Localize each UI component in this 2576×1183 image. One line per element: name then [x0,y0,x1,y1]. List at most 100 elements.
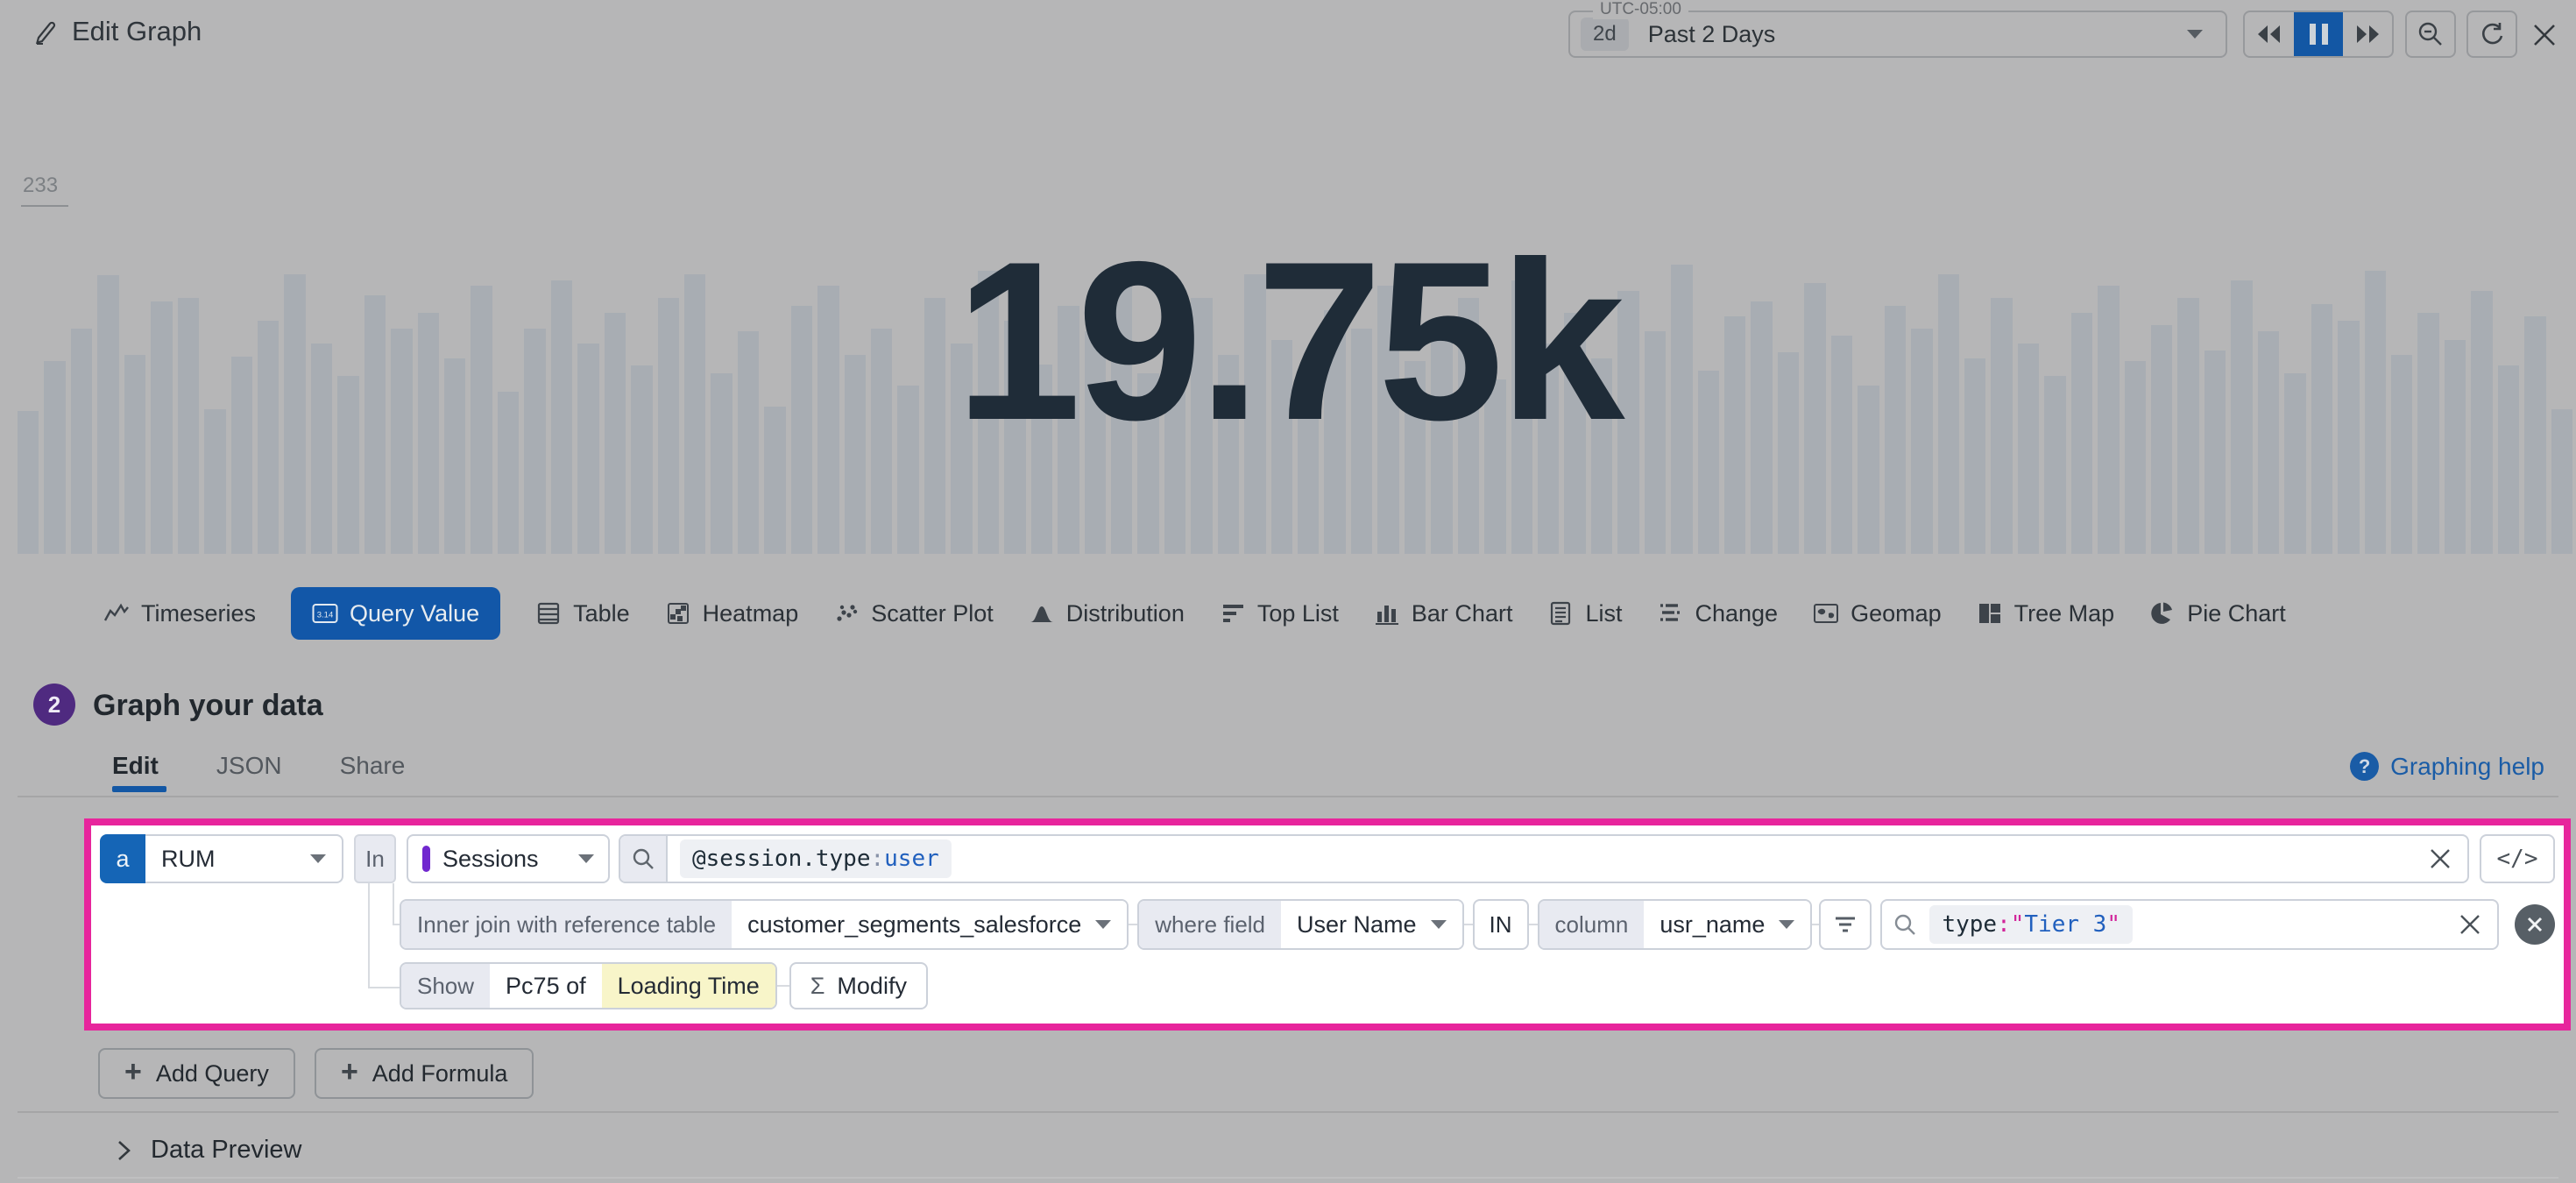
chevron-down-icon [1431,920,1447,929]
viztab-change[interactable]: Change [1657,587,1778,640]
metric-select[interactable]: Loading Time [602,964,775,1008]
query-search-input[interactable]: @session.type:user [619,834,2469,883]
active-tab-underline [112,786,166,792]
close-icon [2526,916,2544,933]
reset-icon [2478,20,2506,48]
where-field-select[interactable]: User Name [1281,901,1462,948]
query-value-icon: 3.14 [312,600,338,627]
plus-icon: + [124,1057,142,1087]
show-label: Show [401,964,490,1008]
viztab-query-value[interactable]: 3.14 Query Value [291,587,500,640]
filter-search-input[interactable]: type:"Tier 3" [1880,899,2499,950]
viztab-tree-map[interactable]: Tree Map [1977,587,2115,640]
modal-title: Edit Graph [72,16,202,47]
remove-join-button[interactable] [2515,904,2555,945]
where-group: where field User Name [1137,899,1463,950]
step-badge: 2 [33,684,75,726]
step-backward-button[interactable] [2245,12,2294,56]
table-icon [535,600,562,627]
query-value-display: 19.75k [0,228,2576,454]
search-icon [1882,901,1928,948]
chevron-down-icon [310,854,326,863]
close-button[interactable] [2527,19,2562,51]
plus-icon: + [341,1057,358,1087]
connector-line [1529,924,1538,925]
playback-controls [2243,11,2394,58]
join-label: Inner join with reference table [401,901,732,948]
range-label: Past 2 Days [1648,21,1776,48]
viztab-heatmap[interactable]: Heatmap [665,587,799,640]
graphing-help-link[interactable]: ? Graphing help [2350,752,2544,781]
clear-query-button[interactable] [2413,836,2467,882]
query-actions: + Add Query + Add Formula [98,1048,534,1099]
viztab-pie-chart[interactable]: Pie Chart [2149,587,2286,640]
heatmap-icon [665,600,691,627]
tab-json[interactable]: JSON [216,752,282,780]
viztab-table[interactable]: Table [535,587,630,640]
code-view-button[interactable]: </> [2480,834,2555,883]
modal-header: Edit Graph [32,16,202,47]
column-select[interactable]: usr_name [1644,901,1810,948]
zoom-out-button[interactable] [2405,11,2456,58]
divider [18,1177,2558,1179]
viztab-bar-chart[interactable]: Bar Chart [1374,587,1513,640]
viztab-scatter-plot[interactable]: Scatter Plot [833,587,994,640]
close-icon [2429,847,2452,870]
query-editor-spotlight: a RUM In Sessions @session.type:user [84,818,2571,1031]
query-token: @session.type:user [680,839,952,878]
viztab-list[interactable]: List [1547,587,1622,640]
viztab-top-list[interactable]: Top List [1220,587,1339,640]
connector-line [1464,924,1473,925]
filter-icon [1833,912,1858,937]
filter-token: type:"Tier 3" [1929,905,2133,944]
modify-button[interactable]: Σ Modify [789,962,928,1009]
query-letter-badge: a [100,834,145,883]
clear-filter-button[interactable] [2443,901,2497,948]
add-query-button[interactable]: + Add Query [98,1048,295,1099]
join-group: Inner join with reference table customer… [400,899,1129,950]
zoom-out-icon [2417,20,2445,48]
data-preview-toggle[interactable]: Data Preview [116,1136,301,1165]
divider [18,1111,2558,1113]
reset-zoom-button[interactable] [2466,11,2517,58]
filter-button[interactable] [1819,899,1872,950]
connector-line [777,985,789,987]
chevron-down-icon [578,854,594,863]
connector-line [1812,924,1819,925]
pencil-icon [32,18,58,45]
source-select[interactable]: RUM [145,834,343,883]
help-icon: ? [2350,752,2379,781]
query-row-join: Inner join with reference table customer… [400,899,2555,950]
change-icon [1657,600,1683,627]
fast-forward-icon [2354,24,2381,45]
range-badge: 2d [1581,18,1629,51]
edit-graph-modal: Edit Graph UTC-05:00 2d Past 2 Days [0,0,2576,1183]
viztab-timeseries[interactable]: Timeseries [103,587,256,640]
chevron-down-icon [1095,920,1111,929]
divider [18,796,2558,797]
add-formula-button[interactable]: + Add Formula [315,1048,534,1099]
close-icon [2531,22,2558,48]
query-row-main: a RUM In Sessions @session.type:user [100,834,2555,883]
viztab-geomap[interactable]: Geomap [1813,587,1942,640]
timezone-label: UTC-05:00 [1593,0,1688,19]
search-icon [620,836,668,882]
svg-text:3.14: 3.14 [317,611,334,620]
chevron-down-icon [1779,920,1794,929]
chevron-right-icon [116,1139,131,1162]
tab-edit[interactable]: Edit [112,752,159,780]
operator-box[interactable]: IN [1473,899,1529,950]
rewind-icon [2256,24,2282,45]
join-table-select[interactable]: customer_segments_salesforce [732,901,1127,948]
tab-share[interactable]: Share [340,752,406,780]
pause-button[interactable] [2294,12,2343,56]
viztab-distribution[interactable]: Distribution [1029,587,1185,640]
editor-tabs: Edit JSON Share [112,752,405,780]
geomap-icon [1813,600,1839,627]
step-forward-button[interactable] [2343,12,2392,56]
chevron-down-icon [2187,30,2203,39]
column-group: column usr_name [1538,899,1813,950]
pause-icon [2310,24,2328,45]
aggregation-select[interactable]: Pc75 of [490,964,602,1008]
dataset-select[interactable]: Sessions [407,834,610,883]
